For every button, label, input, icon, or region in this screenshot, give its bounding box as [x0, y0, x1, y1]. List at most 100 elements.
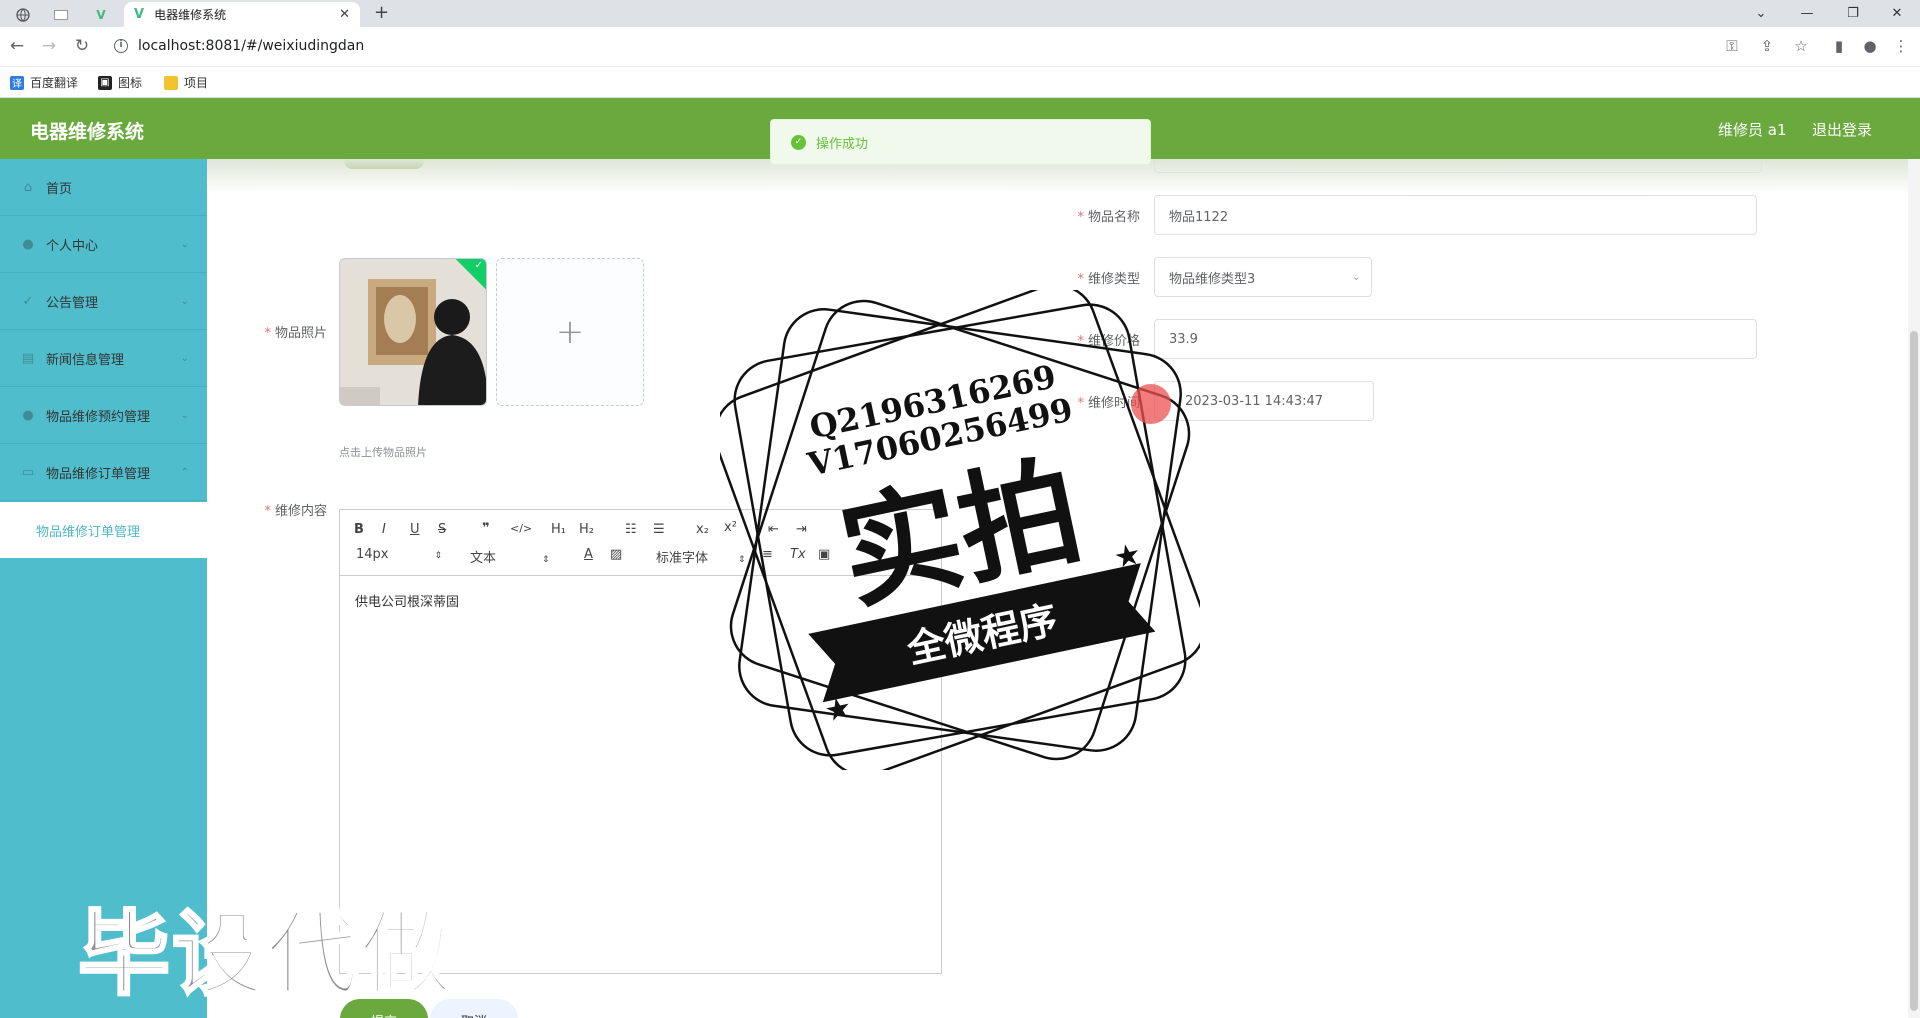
folder-icon — [164, 75, 178, 90]
sidebar-item-label: 新闻信息管理 — [46, 352, 125, 368]
announcement-icon: ✓ — [22, 293, 34, 309]
bookmark-project[interactable]: 项目 — [164, 74, 208, 91]
globe-icon — [16, 8, 30, 22]
close-tab-icon[interactable]: ✕ — [339, 7, 350, 22]
repair-type-label: * 维修类型 — [1077, 272, 1140, 287]
menu-kebab-icon[interactable]: ⋮ — [1890, 37, 1912, 55]
sidebar-item-news[interactable]: ▤ 新闻信息管理 ⌄ — [0, 330, 207, 387]
profile-avatar-icon[interactable]: ● — [1859, 37, 1881, 55]
stamp-watermark: Q2196316269 V17060256499 实拍 全微程序 ★ ★ — [720, 290, 1200, 770]
repair-time-value: 2023-03-11 14:43:47 — [1185, 393, 1324, 409]
font-size-select[interactable]: 14px ⇕ — [356, 547, 442, 562]
tab-search-chevron-icon[interactable]: ⌄ — [1738, 0, 1784, 27]
content-label: * 维修内容 — [264, 504, 327, 519]
success-toast: ✓ 操作成功 — [770, 119, 1151, 165]
sidebar-item-repair-booking[interactable]: ● 物品维修预约管理 ⌄ — [0, 387, 207, 444]
italic-icon[interactable]: I — [382, 522, 386, 537]
bold-icon[interactable]: B — [354, 522, 364, 537]
tab-title: 电器维修系统 — [154, 8, 227, 22]
success-check-icon: ✓ — [791, 134, 806, 150]
chevron-down-icon: ⌄ — [1351, 270, 1361, 283]
vue-tab[interactable]: V — [86, 3, 116, 27]
upload-photo-button[interactable]: + — [496, 258, 644, 406]
mouse-cursor-highlight — [1131, 384, 1171, 424]
sidebar-item-label: 公告管理 — [46, 295, 99, 311]
close-window-button[interactable]: ✕ — [1874, 0, 1920, 27]
quote-icon[interactable]: ❞ — [482, 521, 490, 536]
current-user: 维修员 a1 — [1718, 121, 1787, 139]
active-tab[interactable]: V 电器维修系统 ✕ — [124, 2, 360, 27]
scrollbar-thumb[interactable] — [1910, 331, 1918, 1011]
bookmark-icons[interactable]: ▣ 图标 — [98, 74, 142, 91]
strike-icon[interactable]: S — [438, 522, 446, 537]
key-icon[interactable]: ⚿ — [1721, 37, 1743, 55]
image-icon: ▣ — [98, 75, 112, 90]
item-name-label: * 物品名称 — [1077, 210, 1140, 225]
code-block-icon[interactable]: </> — [510, 522, 532, 535]
scrollbar[interactable] — [1908, 159, 1920, 1018]
subscript-icon[interactable]: x₂ — [696, 522, 709, 537]
home-icon: ⌂ — [23, 179, 33, 195]
news-icon: ▤ — [21, 350, 35, 366]
sidebar-item-repair-orders[interactable]: ▭ 物品维修订单管理 ⌃ — [0, 444, 207, 501]
check-icon: ✓ — [474, 260, 483, 271]
chevron-down-icon: ⌄ — [180, 238, 189, 250]
h1-icon[interactable]: H₁ — [551, 522, 566, 537]
user-icon: ● — [22, 407, 34, 423]
site-info-icon[interactable]: i — [114, 39, 128, 53]
bottom-watermark: 毕设代做 — [76, 900, 455, 1010]
address-bar: ← → ↻ i localhost:8081/#/weixiudingdan ⚿… — [0, 27, 1920, 67]
omnibox[interactable]: i localhost:8081/#/weixiudingdan ⚿ ⇪ ☆ ▮… — [104, 32, 1909, 62]
sidebar-item-label: 个人中心 — [46, 238, 99, 254]
text-color-icon[interactable]: A — [584, 547, 593, 562]
page-icon — [54, 10, 68, 20]
bookmark-star-icon[interactable]: ☆ — [1790, 37, 1812, 55]
share-icon[interactable]: ⇪ — [1756, 37, 1778, 55]
editor-content[interactable]: 供电公司根深蒂固 — [355, 591, 459, 610]
bookmark-baidu-translate[interactable]: 译 百度翻译 — [10, 74, 78, 91]
bookmark-label: 百度翻译 — [30, 76, 79, 90]
sidebar-item-label: 物品维修预约管理 — [46, 409, 151, 425]
blank-tab[interactable] — [46, 3, 76, 27]
sidebar-subitem-repair-orders[interactable]: 物品维修订单管理 — [0, 502, 207, 558]
order-icon: ▭ — [21, 464, 35, 480]
toast-message: 操作成功 — [816, 136, 869, 152]
h2-icon[interactable]: H₂ — [579, 522, 594, 537]
bookmarks-bar: 译 百度翻译 ▣ 图标 项目 — [0, 67, 1920, 98]
sidebar-item-label: 物品维修订单管理 — [46, 466, 151, 482]
back-button[interactable]: ← — [6, 36, 28, 56]
chevron-down-icon: ⌄ — [180, 295, 189, 307]
plus-icon: + — [555, 312, 585, 352]
price-input[interactable]: 33.9 — [1154, 319, 1757, 359]
url-text[interactable]: localhost:8081/#/weixiudingdan — [138, 38, 364, 54]
minimize-button[interactable]: — — [1784, 0, 1830, 27]
bookmark-label: 项目 — [184, 76, 209, 90]
globe-tab-icon[interactable] — [8, 3, 38, 27]
underline-icon[interactable]: U — [410, 522, 420, 537]
bookmark-label: 图标 — [118, 76, 143, 90]
logout-link[interactable]: 退出登录 — [1812, 119, 1872, 140]
app-title: 电器维修系统 — [30, 121, 145, 143]
item-name-input[interactable]: 物品1122 — [1154, 195, 1757, 235]
star-icon: ★ — [1111, 536, 1145, 576]
background-color-icon[interactable]: ▨ — [610, 547, 622, 562]
restore-button[interactable]: ❐ — [1830, 0, 1876, 27]
new-tab-button[interactable]: + — [374, 3, 389, 23]
sidebar-item-announcements[interactable]: ✓ 公告管理 ⌄ — [0, 273, 207, 330]
header-select[interactable]: 文本 ⇕ — [470, 547, 550, 566]
forward-button[interactable]: → — [38, 36, 60, 56]
user-icon: ● — [22, 236, 34, 252]
bullet-list-icon[interactable]: ☰ — [653, 522, 665, 537]
sidebar-item-profile[interactable]: ● 个人中心 ⌄ — [0, 216, 207, 273]
sidebar-item-label: 首页 — [46, 181, 73, 197]
chevron-down-icon: ⌄ — [180, 352, 189, 364]
ordered-list-icon[interactable]: ☷ — [625, 522, 637, 537]
sidebar-item-home[interactable]: ⌂ 首页 — [0, 159, 207, 216]
repair-type-value: 物品维修类型3 — [1169, 271, 1256, 287]
side-panel-icon[interactable]: ▮ — [1828, 37, 1850, 55]
vue-logo-icon: V — [134, 7, 145, 22]
reload-button[interactable]: ↻ — [71, 36, 93, 56]
uploaded-photo-thumbnail[interactable]: ✓ — [339, 258, 487, 406]
browser-tab-strip: V V 电器维修系统 ✕ + ⌄ — ❐ ✕ — [0, 0, 1920, 27]
translate-icon: 译 — [10, 75, 24, 90]
